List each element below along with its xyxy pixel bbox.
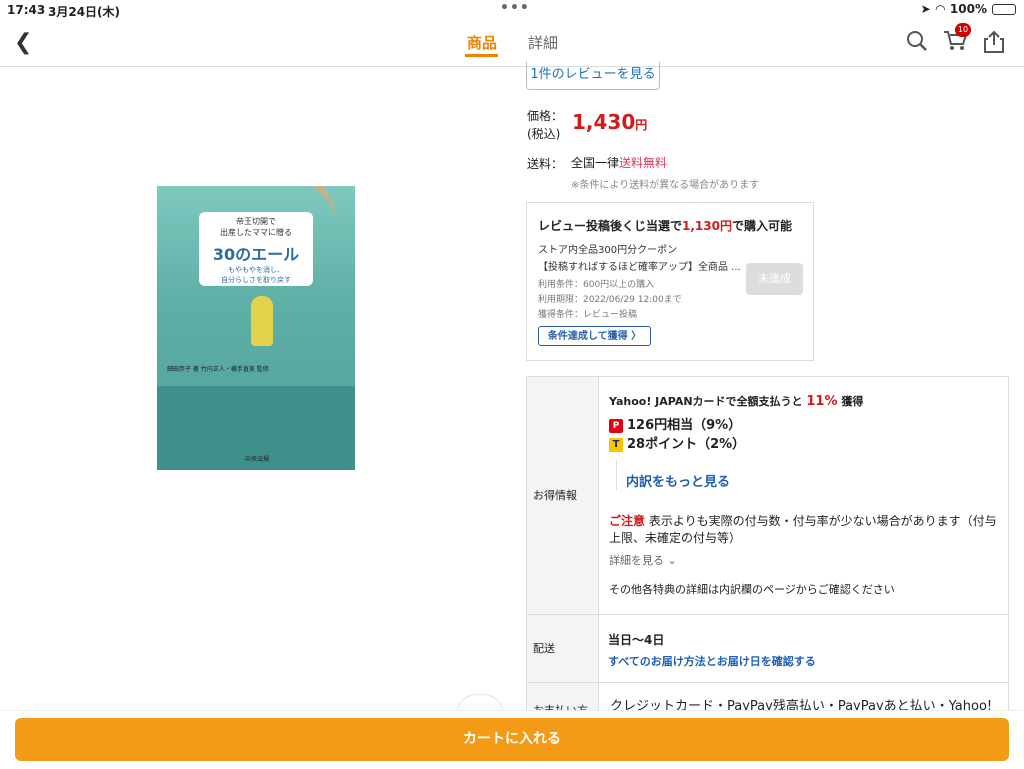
tab-product[interactable]: 商品 <box>467 32 497 53</box>
coupon-get-button[interactable]: 条件達成して獲得 〉 <box>538 326 651 346</box>
cart-count-badge: 10 <box>955 23 971 37</box>
tpoint-reward: T 28ポイント（2%） <box>609 433 745 452</box>
share-icon[interactable] <box>983 30 1005 60</box>
location-icon: ➤ <box>920 2 931 16</box>
coupon-condition: 利用条件：600円以上の購入 <box>538 280 655 290</box>
shipping-note: ※条件により送料が異なる場合があります <box>571 180 760 191</box>
delivery-label: 配送 <box>527 615 599 682</box>
coupon-status-badge: 未達成 <box>746 263 803 295</box>
tab-indicator <box>465 54 498 57</box>
shipping-label: 送料： <box>527 157 564 171</box>
caution-text: ご注意 表示よりも実際の付与数・付与率が少ない場合があります（付与上限、未確定の… <box>609 514 997 545</box>
multitask-dots[interactable]: ••• <box>500 0 530 16</box>
add-to-cart-button[interactable]: カートに入れる <box>15 718 1009 761</box>
coupon-title: レビュー投稿後くじ当選で1,130円で購入可能 <box>538 219 792 233</box>
status-right: ➤ ◠ 100% <box>921 2 1016 16</box>
product-image[interactable]: 帝王切開で 出産したママに贈る 30のエール もやもやを消し、 自分らしさを取り… <box>157 186 355 470</box>
battery-icon <box>992 3 1016 15</box>
shipping-text: 全国一律送料無料 <box>571 156 668 170</box>
battery-percent: 100% <box>949 2 987 16</box>
payment-methods: クレジットカード・PayPay残高払い・PayPayあと払い・Yahoo! <box>610 699 993 710</box>
bottom-bar: カートに入れる <box>0 710 1024 769</box>
status-date: 3月24日(木) <box>48 5 121 19</box>
breakdown-link[interactable]: 内訳をもっと見る <box>626 471 730 490</box>
payment-label: お支払い方法 <box>527 683 599 710</box>
status-time: 17:43 <box>7 3 46 17</box>
cover-title-box: 帝王切開で 出産したママに贈る 30のエール もやもやを消し、 自分らしさを取り… <box>199 212 313 286</box>
coupon-acquire: 獲得条件：レビュー投稿 <box>538 310 638 320</box>
tab-detail[interactable]: 詳細 <box>528 32 558 53</box>
coupon-line1: ストア内全品300円分クーポン <box>538 245 678 256</box>
benefits-headline: Yahoo! JAPANカードで全額支払うと 11% 獲得 <box>609 394 864 409</box>
paypay-reward: P 126円相当（9%） <box>609 414 741 433</box>
price-label: 価格： <box>527 109 564 123</box>
paypay-icon: P <box>609 418 623 433</box>
review-link-button[interactable]: 1件のレビューを見る <box>526 62 660 90</box>
price-value: 1,430円 <box>572 110 648 134</box>
coupon-expiry: 利用期限：2022/06/29 12:00まで <box>538 295 682 305</box>
other-benefits-note: その他各特典の詳細は内訳欄のページからご確認ください <box>609 583 895 596</box>
tax-label: (税込) <box>527 127 561 141</box>
wifi-icon: ◠ <box>935 2 945 16</box>
coupon-line2: 【投稿すればするほど確率アップ】全商品 ... <box>538 262 741 273</box>
coupon-card: レビュー投稿後くじ当選で1,130円で購入可能 ストア内全品300円分クーポン … <box>526 202 814 361</box>
info-table: お得情報 Yahoo! JAPANカードで全額支払うと 11% 獲得 P 126円… <box>526 376 1009 710</box>
search-icon[interactable] <box>906 30 928 58</box>
tpoint-icon: T <box>609 437 623 452</box>
benefits-label: お得情報 <box>527 377 599 614</box>
details-toggle[interactable]: 詳細を見る ⌄ <box>609 552 677 568</box>
status-bar: 17:43 3月24日(木) ••• ➤ ◠ 100% <box>0 0 1024 20</box>
back-icon[interactable]: ❮ <box>14 30 32 55</box>
nav-bar: ❮ 商品 詳細 10 <box>0 20 1024 67</box>
cover-illustration <box>251 296 273 346</box>
delivery-link[interactable]: すべてのお届け方法とお届け日を確認する <box>608 653 816 669</box>
delivery-days: 当日〜4日 <box>608 633 665 647</box>
